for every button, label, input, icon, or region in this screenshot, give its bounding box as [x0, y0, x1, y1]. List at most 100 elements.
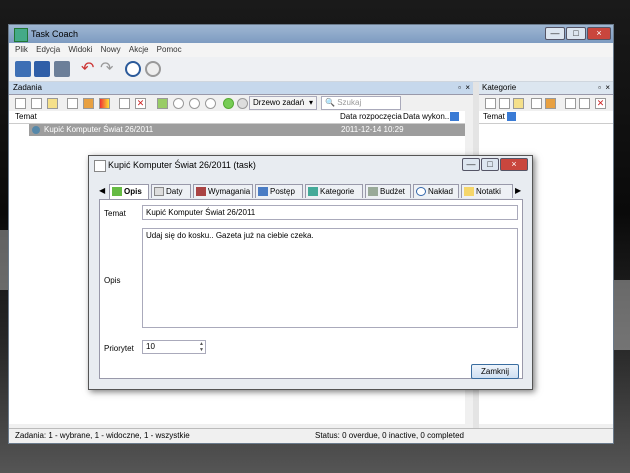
save-icon[interactable] [34, 61, 50, 77]
dialog-maximize-button[interactable]: □ [481, 158, 499, 171]
view-mode-value: Drzewo zadań [253, 98, 305, 107]
maximize-button[interactable]: □ [566, 27, 586, 40]
edit-icon[interactable] [67, 98, 78, 109]
new-subtask-icon[interactable] [31, 98, 42, 109]
tab-daty[interactable]: Daty [151, 184, 191, 198]
dialog-minimize-button[interactable]: — [462, 158, 480, 171]
main-toolbar: ↶ ↷ [9, 57, 613, 82]
task-editor-dialog: Kupić Komputer Świat 26/2011 (task) — □ … [88, 155, 533, 390]
chevron-down-icon: ▾ [308, 98, 313, 107]
panel-float-icon[interactable]: ▫ [598, 82, 601, 94]
search-input[interactable]: 🔍 Szukaj [321, 96, 401, 110]
open-file-icon[interactable] [15, 61, 31, 77]
dialog-title: Kupić Komputer Świat 26/2011 (task) [108, 160, 256, 170]
tab-postep[interactable]: Postęp [255, 184, 303, 198]
new-subcategory-icon[interactable] [499, 98, 510, 109]
tab-naklad[interactable]: Nakład [413, 184, 459, 198]
tab-wymagania[interactable]: Wymagania [193, 184, 253, 198]
categories-column-header: Temat [479, 111, 613, 124]
column-start-date[interactable]: Data rozpoczęcia [340, 111, 402, 123]
tab-budzet[interactable]: Budżet [365, 184, 411, 198]
column-due-date[interactable]: Data wykon... [403, 111, 451, 123]
view-mode-select[interactable]: Drzewo zadań ▾ [249, 96, 317, 110]
close-dialog-label: Zamknij [480, 367, 509, 376]
new-category-icon[interactable] [485, 98, 496, 109]
clock-stop-icon[interactable] [145, 61, 161, 77]
filter-circle-icon[interactable] [223, 98, 234, 109]
delete-icon[interactable]: ✕ [595, 98, 606, 109]
description-field[interactable]: Udaj się do kosku.. Gazeta już na ciebie… [142, 228, 518, 328]
clock-icon[interactable] [125, 61, 141, 77]
tab-kategorie[interactable]: Kategorie [305, 184, 363, 198]
tab-label: Budżet [380, 187, 405, 196]
new-task-icon[interactable] [15, 98, 26, 109]
stepper-arrows-icon[interactable]: ▲ ▼ [199, 341, 204, 353]
timer-icon[interactable] [205, 98, 216, 109]
progress-icon [258, 187, 268, 196]
tab-opis[interactable]: Opis [109, 184, 149, 199]
menu-akcje[interactable]: Akcje [129, 45, 149, 54]
categories-icon [308, 187, 318, 196]
subject-value: Kupić Komputer Świat 26/2011 [146, 208, 256, 217]
gradient-icon[interactable] [99, 98, 110, 109]
duplicate-icon[interactable] [565, 98, 576, 109]
dialog-close-button[interactable]: × [500, 158, 528, 171]
filter-circle-gray-icon[interactable] [237, 98, 248, 109]
taskcoach-app-icon [14, 28, 28, 42]
menu-plik[interactable]: Plik [15, 45, 28, 54]
priority-label: Priorytet [104, 344, 134, 353]
column-subject[interactable]: Temat [15, 111, 37, 123]
main-titlebar: Task Coach — □ × [9, 25, 613, 43]
panel-close-icon[interactable]: × [465, 82, 470, 94]
tab-label: Daty [166, 187, 183, 196]
column-chooser-icon[interactable] [507, 112, 516, 121]
priority-stepper[interactable]: 10 ▲ ▼ [142, 340, 206, 354]
column-subject[interactable]: Temat [483, 111, 505, 123]
new-note-icon[interactable] [47, 98, 58, 109]
window-title: Task Coach [31, 29, 79, 39]
priority-value: 10 [146, 342, 155, 351]
print-icon[interactable] [579, 98, 590, 109]
start-tracking-icon[interactable] [173, 98, 184, 109]
description-label: Opis [104, 276, 121, 285]
menu-edycja[interactable]: Edycja [36, 45, 60, 54]
duplicate-icon[interactable] [119, 98, 130, 109]
tab-scroll-right[interactable]: ▶ [515, 186, 521, 195]
tab-label: Postęp [270, 187, 295, 196]
stop-tracking-icon[interactable] [189, 98, 200, 109]
new-note-icon[interactable] [513, 98, 524, 109]
color-icon[interactable] [83, 98, 94, 109]
color-icon[interactable] [545, 98, 556, 109]
tab-notatki[interactable]: Notatki [461, 184, 513, 198]
status-bar: Zadania: 1 - wybrane, 1 - widoczne, 1 - … [9, 428, 613, 443]
minimize-button[interactable]: — [545, 27, 565, 40]
delete-icon[interactable]: ✕ [135, 98, 146, 109]
tab-label: Notatki [476, 187, 501, 196]
panel-float-icon[interactable]: ▫ [458, 82, 461, 94]
status-left: Zadania: 1 - wybrane, 1 - widoczne, 1 - … [15, 431, 190, 440]
mark-complete-icon[interactable] [157, 98, 168, 109]
search-icon: 🔍 [325, 98, 335, 107]
table-row[interactable]: Kupić Komputer Świat 26/2011 2011-12-14 … [29, 124, 465, 136]
background-highlight [0, 230, 8, 290]
menu-bar: Plik Edycja Widoki Nowy Akcje Pomoc [9, 43, 613, 57]
panel-close-icon[interactable]: × [605, 82, 610, 94]
subject-field[interactable]: Kupić Komputer Świat 26/2011 [142, 205, 518, 220]
tab-scroll-left[interactable]: ◀ [99, 186, 105, 195]
calendar-icon [154, 187, 164, 196]
tasks-column-header: Temat Data rozpoczęcia Data wykon... [9, 111, 465, 124]
requirements-icon [196, 187, 206, 196]
tab-label: Nakład [428, 187, 453, 196]
close-dialog-button[interactable]: Zamknij [471, 364, 519, 379]
close-button[interactable]: × [587, 27, 611, 40]
undo-icon[interactable]: ↶ [81, 61, 97, 77]
status-right: Status: 0 overdue, 0 inactive, 0 complet… [315, 431, 464, 440]
note-icon [94, 160, 106, 172]
redo-icon[interactable]: ↷ [100, 61, 116, 77]
menu-pomoc[interactable]: Pomoc [157, 45, 182, 54]
menu-widoki[interactable]: Widoki [68, 45, 92, 54]
print-icon[interactable] [54, 61, 70, 77]
column-chooser-icon[interactable] [450, 112, 459, 121]
menu-nowy[interactable]: Nowy [101, 45, 121, 54]
edit-icon[interactable] [531, 98, 542, 109]
